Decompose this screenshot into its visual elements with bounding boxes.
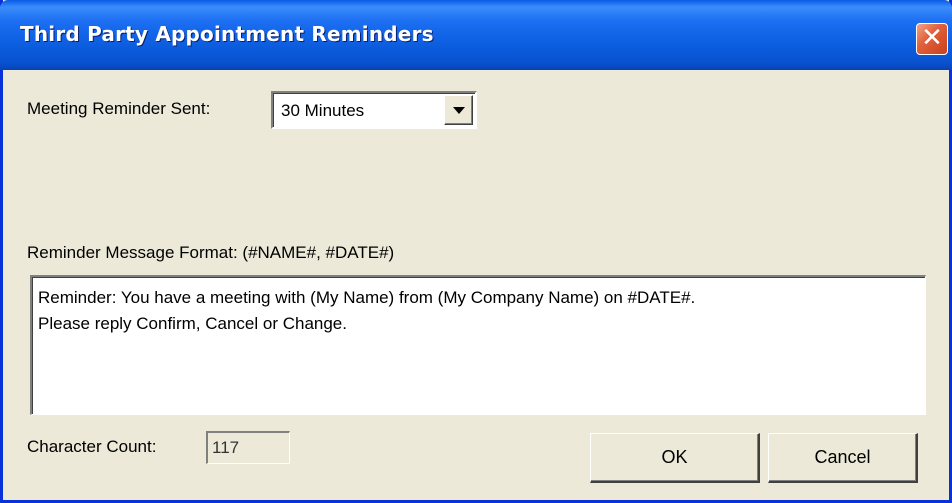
dialog-window: Third Party Appointment Reminders ✕ Meet… [0, 0, 952, 503]
message-format-textarea[interactable]: Reminder: You have a meeting with (My Na… [30, 275, 926, 415]
window-title: Third Party Appointment Reminders [20, 22, 434, 46]
title-bar[interactable]: Third Party Appointment Reminders ✕ [0, 0, 952, 70]
cancel-button[interactable]: Cancel [768, 433, 918, 483]
ok-button[interactable]: OK [590, 433, 760, 483]
character-count-label: Character Count: [27, 437, 157, 456]
reminder-sent-dropdown[interactable]: 30 Minutes [271, 91, 477, 129]
chevron-down-icon[interactable] [444, 95, 473, 125]
reminder-sent-value: 30 Minutes [281, 101, 365, 120]
close-icon[interactable]: ✕ [916, 23, 948, 55]
message-format-label: Reminder Message Format: (#NAME#, #DATE#… [27, 243, 395, 262]
reminder-sent-label: Meeting Reminder Sent: [27, 99, 211, 118]
character-count-field: 117 [206, 431, 290, 464]
